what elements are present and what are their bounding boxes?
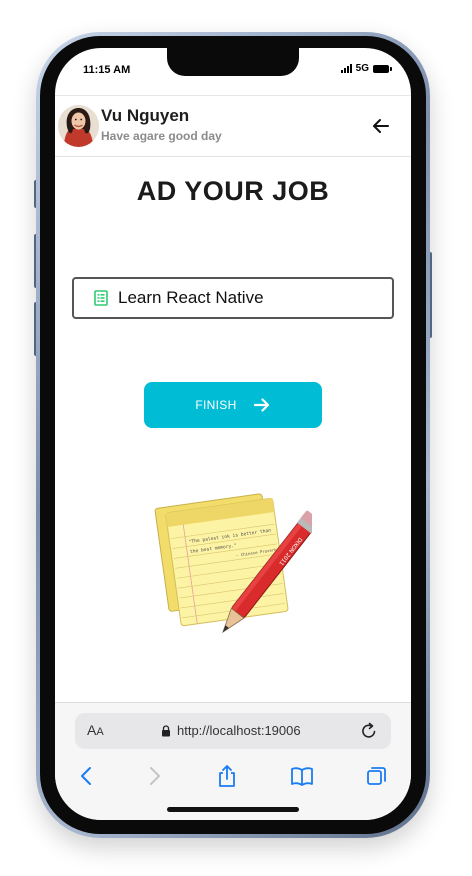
avatar (58, 105, 99, 147)
reload-icon (362, 722, 376, 738)
home-indicator (167, 807, 299, 812)
status-time: 11:15 AM (83, 64, 131, 76)
page-title: AD YOUR JOB (136, 176, 330, 206)
nav-back-button[interactable] (75, 764, 99, 788)
finish-button[interactable]: FINISH (144, 382, 322, 428)
book-icon (291, 767, 313, 786)
cellular-signal-icon (340, 64, 352, 73)
greeting-text: Have agare good day (101, 129, 222, 143)
address-bar[interactable]: AA http://localhost:19006 (75, 713, 391, 749)
arrow-left-icon (373, 119, 389, 133)
share-button[interactable] (215, 764, 239, 788)
app-header: Vu Nguyen Have agare good day (55, 95, 411, 157)
finish-label: FINISH (195, 398, 237, 412)
battery-icon (373, 64, 392, 73)
arrow-right-icon (253, 398, 269, 412)
browser-bar: AA http://localhost:19006 (55, 702, 411, 820)
text-size-button[interactable]: AA (87, 722, 104, 738)
bookmarks-button[interactable] (290, 764, 314, 788)
chevron-left-icon (81, 767, 91, 785)
status-indicators: 5G (340, 63, 392, 74)
tabs-icon (367, 767, 386, 785)
notch (167, 48, 299, 76)
share-icon (219, 765, 235, 787)
lock-icon (162, 724, 170, 736)
network-type: 5G (355, 63, 369, 74)
device-stage: 11:15 AM 5G Vu Nguyen Have agare good da… (0, 0, 472, 876)
text-size-small-a: A (96, 726, 104, 738)
text-size-large-a: A (87, 722, 97, 738)
notepad-illustration: "The palest ink is better than the best … (150, 486, 321, 658)
phone-screen: 11:15 AM 5G Vu Nguyen Have agare good da… (55, 48, 411, 820)
url-text: http://localhost:19006 (177, 723, 301, 738)
job-input[interactable] (118, 288, 368, 308)
tabs-button[interactable] (365, 764, 389, 788)
document-icon (94, 290, 108, 306)
url-display[interactable]: http://localhost:19006 (161, 723, 301, 738)
user-name: Vu Nguyen (101, 106, 190, 125)
chevron-right-icon (150, 767, 160, 785)
reload-button[interactable] (359, 721, 379, 741)
nav-forward-button[interactable] (142, 764, 166, 788)
job-input-container[interactable] (72, 277, 394, 319)
back-button[interactable] (369, 114, 393, 138)
